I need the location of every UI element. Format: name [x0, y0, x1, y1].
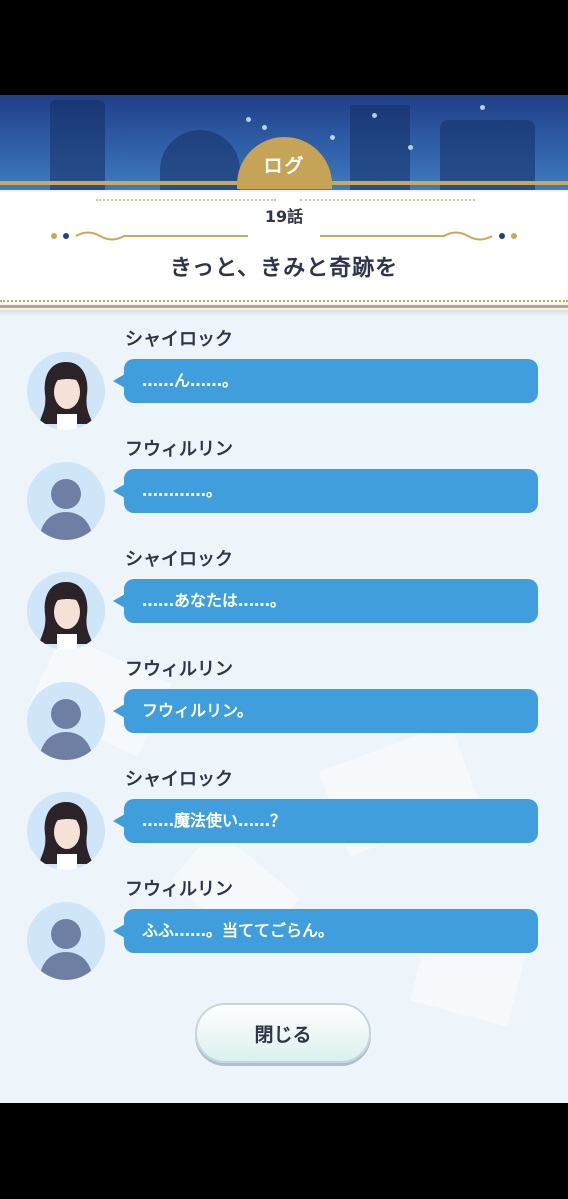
character-portrait-icon: [27, 792, 105, 870]
left-ornament-icon: [51, 231, 248, 241]
user-avatar: [27, 902, 105, 980]
message-bubble: ……魔法使い……？: [113, 799, 538, 843]
list-item: シャイロック ……ん……。: [0, 325, 568, 435]
character-portrait-icon: [27, 352, 105, 430]
list-item: シャイロック ……魔法使い……？: [0, 765, 568, 875]
silhouette-icon: [27, 462, 105, 540]
message-bubble: ふふ……。当ててごらん。: [113, 909, 538, 953]
close-button[interactable]: 閉じる: [195, 1003, 371, 1063]
list-item: フウィルリン フウィルリン。: [0, 655, 568, 765]
shylock-avatar: [27, 792, 105, 870]
chapter-title: きっと、きみと奇跡を: [169, 256, 399, 281]
message-bubble: フウィルリン。: [113, 689, 538, 733]
episode-number: 19話: [264, 207, 304, 226]
shylock-avatar: [27, 352, 105, 430]
right-ornament-icon: [320, 231, 517, 241]
gold-rule: [0, 305, 568, 308]
speaker-name: シャイロック: [125, 769, 233, 790]
silhouette-icon: [27, 902, 105, 980]
speaker-name: フウィルリン: [125, 439, 233, 460]
silhouette-icon: [27, 682, 105, 760]
speaker-name: フウィルリン: [125, 879, 233, 900]
message-bubble: ……あなたは……。: [113, 579, 538, 623]
user-avatar: [27, 682, 105, 760]
list-item: フウィルリン …………。: [0, 435, 568, 545]
speaker-name: フウィルリン: [125, 659, 233, 680]
shylock-avatar: [27, 572, 105, 650]
dotted-divider: [0, 300, 568, 302]
panel-shadow: [0, 310, 568, 316]
list-item: シャイロック ……あなたは……。: [0, 545, 568, 655]
user-avatar: [27, 462, 105, 540]
message-bubble: ……ん……。: [113, 359, 538, 403]
dotted-divider: [96, 199, 276, 201]
speaker-name: シャイロック: [125, 549, 233, 570]
message-bubble: …………。: [113, 469, 538, 513]
log-screen: ログ 19話 きっと、きみと奇跡を シャイロック ……ん……。 フウィルリン ……: [0, 95, 568, 1103]
dotted-divider: [300, 199, 475, 201]
speaker-name: シャイロック: [125, 329, 233, 350]
character-portrait-icon: [27, 572, 105, 650]
list-item: フウィルリン ふふ……。当ててごらん。: [0, 875, 568, 985]
